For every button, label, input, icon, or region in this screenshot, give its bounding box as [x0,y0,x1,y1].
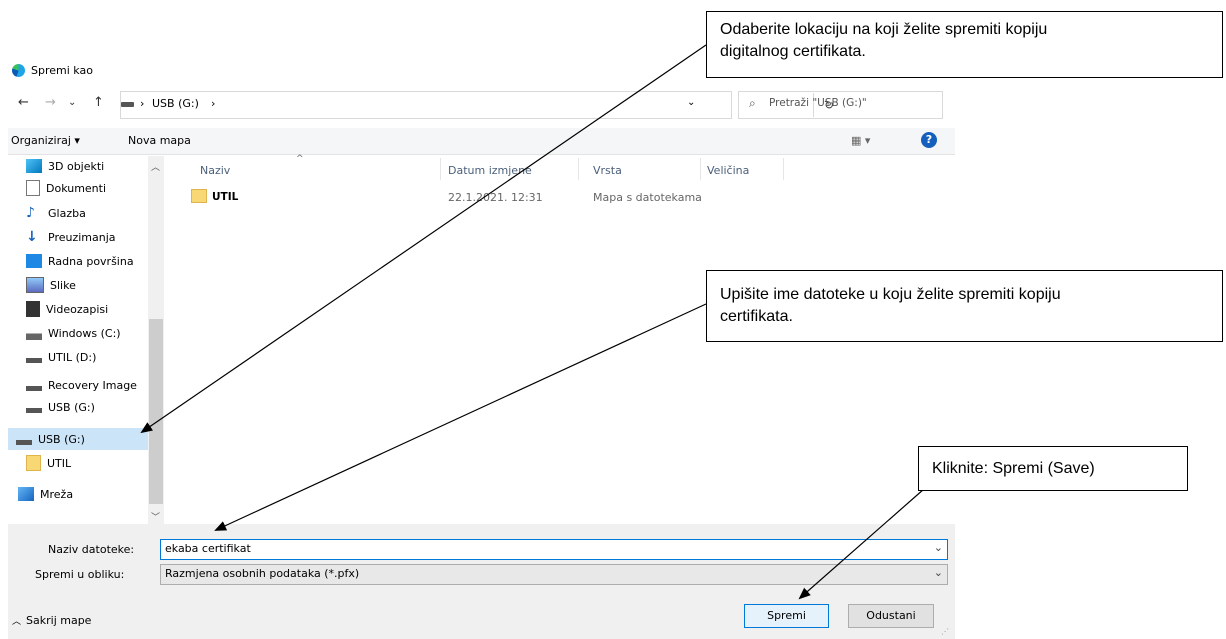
arrow-to-save [798,488,925,600]
callout-save-text: Kliknite: Spremi (Save) [932,460,1095,477]
callout-filename-line2: certifikata. [720,308,793,325]
callout-save: Kliknite: Spremi (Save) [918,446,1188,491]
callout-filename: Upišite ime datoteke u koju želite sprem… [706,270,1223,342]
callout-filename-line1: Upišite ime datoteke u koju želite sprem… [720,286,1061,303]
callout-location-line1: Odaberite lokaciju na koji želite spremi… [720,21,1048,38]
arrow-to-location [140,44,707,434]
callout-location: Odaberite lokaciju na koji želite spremi… [706,11,1223,78]
callout-location-line2: digitalnog certifikata. [720,43,866,60]
arrow-to-filename [214,303,707,531]
